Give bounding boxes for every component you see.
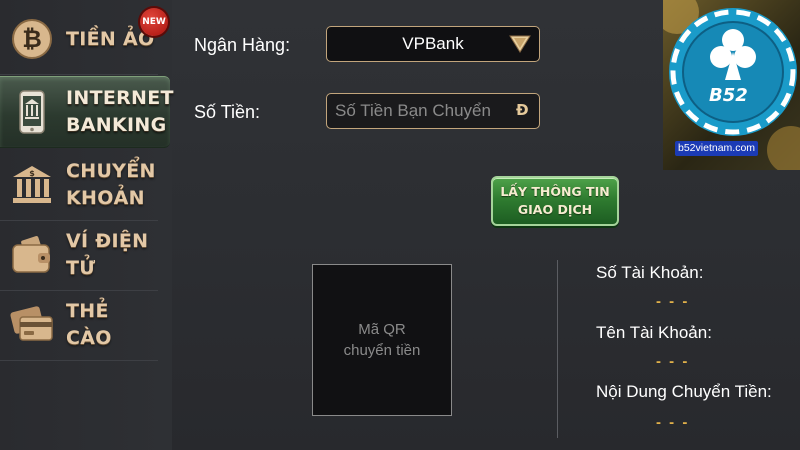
sidebar-item-label: INTERNET BANKING (66, 87, 174, 136)
account-number-value: - - - (656, 293, 690, 310)
chevron-down-icon (509, 34, 531, 54)
sidebar-item-e-wallet[interactable]: VÍ ĐIỆN TỬ (0, 220, 158, 291)
sidebar-item-transfer[interactable]: $ CHUYỂN KHOẢN (0, 150, 158, 221)
card-icon (8, 301, 56, 349)
account-number-label: Số Tài Khoản: (596, 263, 704, 282)
qr-code-box: Mã QR chuyển tiền (312, 264, 452, 416)
bank-select-value: VPBank (402, 34, 464, 53)
brand-name: B52 (709, 85, 748, 106)
transfer-content-value: - - - (656, 414, 690, 431)
divider (557, 260, 558, 438)
sidebar-item-scratch-card[interactable]: THẺ CÀO (0, 290, 158, 361)
svg-text:₿: ₿ (22, 25, 42, 53)
sidebar: ₿ TIỀN ẢO NEW INTERNET BANKING $ CHUYỂN … (0, 0, 173, 450)
bitcoin-icon: ₿ (8, 15, 56, 63)
sidebar-item-label: VÍ ĐIỆN TỬ (66, 230, 149, 279)
new-badge: NEW (140, 8, 168, 36)
transfer-content-label: Nội Dung Chuyển Tiền: (596, 382, 772, 401)
sidebar-item-label: CHUYỂN KHOẢN (66, 160, 156, 209)
get-transaction-info-button[interactable]: LẤY THÔNG TIN GIAO DỊCH (491, 176, 619, 226)
mobile-bank-icon (8, 88, 56, 136)
brand-site: b52vietnam.com (675, 141, 759, 156)
amount-label: Số Tiền: (194, 102, 261, 122)
amount-input[interactable] (326, 93, 540, 129)
svg-text:$: $ (29, 169, 35, 178)
bank-label: Ngân Hàng: (194, 35, 291, 55)
currency-symbol: Đ (516, 101, 529, 119)
wallet-icon (8, 231, 56, 279)
bank-select[interactable]: VPBank (326, 26, 540, 62)
account-name-value: - - - (656, 353, 690, 370)
sidebar-item-label: THẺ CÀO (66, 300, 112, 349)
bank-icon: $ (8, 161, 56, 209)
brand-logo: B52 b52vietnam.com (663, 0, 800, 170)
sidebar-item-internet-banking[interactable]: INTERNET BANKING (0, 76, 173, 148)
account-name-label: Tên Tài Khoản: (596, 323, 712, 342)
sidebar-item-crypto[interactable]: ₿ TIỀN ẢO (0, 4, 158, 75)
sidebar-item-label: TIỀN ẢO (66, 27, 155, 50)
